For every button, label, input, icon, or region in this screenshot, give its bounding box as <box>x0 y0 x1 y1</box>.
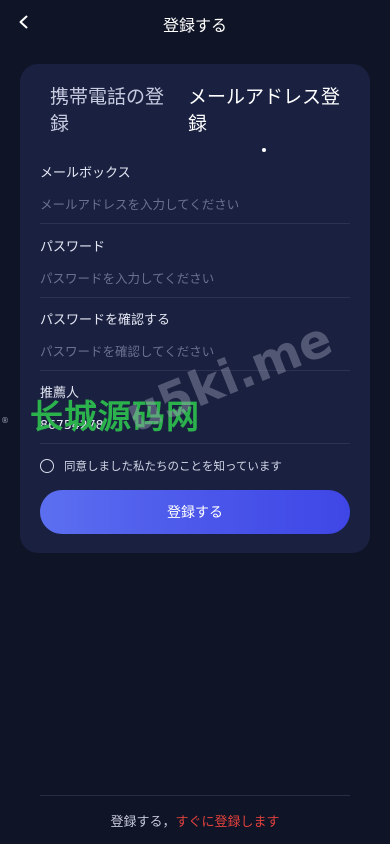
registered-mark: ® <box>1 416 9 425</box>
register-page: 登録する 携帯電話の登録 メールアドレス登録 メールボックス パスワード パスワ… <box>0 0 390 844</box>
mailbox-field: メールボックス <box>40 165 350 224</box>
tab-email-register[interactable]: メールアドレス登録 <box>188 84 358 138</box>
register-button[interactable]: 登録する <box>40 490 350 534</box>
radio-circle-icon[interactable] <box>40 459 54 473</box>
register-now-link[interactable]: すぐに登録します <box>176 815 280 830</box>
mailbox-label: メールボックス <box>40 166 131 181</box>
mailbox-input[interactable] <box>40 193 350 215</box>
agreement-checkbox[interactable]: 同意しました私たちのことを知っています <box>40 458 282 474</box>
header-bar: 登録する <box>0 0 390 44</box>
agreement-text: 同意しました私たちのことを知っています <box>64 459 282 473</box>
active-tab-indicator <box>262 148 266 152</box>
footer-divider <box>40 795 350 796</box>
field-divider <box>40 297 350 298</box>
password-field: パスワード <box>40 239 350 298</box>
tab-phone-register[interactable]: 携帯電話の登録 <box>50 84 170 138</box>
field-divider <box>40 443 350 444</box>
password-input[interactable] <box>40 267 350 289</box>
footer: 登録する，すぐに登録します <box>0 811 390 830</box>
password-label: パスワード <box>40 240 106 255</box>
register-card: 携帯電話の登録 メールアドレス登録 メールボックス パスワード パスワードを確認… <box>20 64 370 553</box>
field-divider <box>40 223 350 224</box>
footer-prefix: 登録する， <box>110 815 176 830</box>
page-title: 登録する <box>162 16 227 35</box>
